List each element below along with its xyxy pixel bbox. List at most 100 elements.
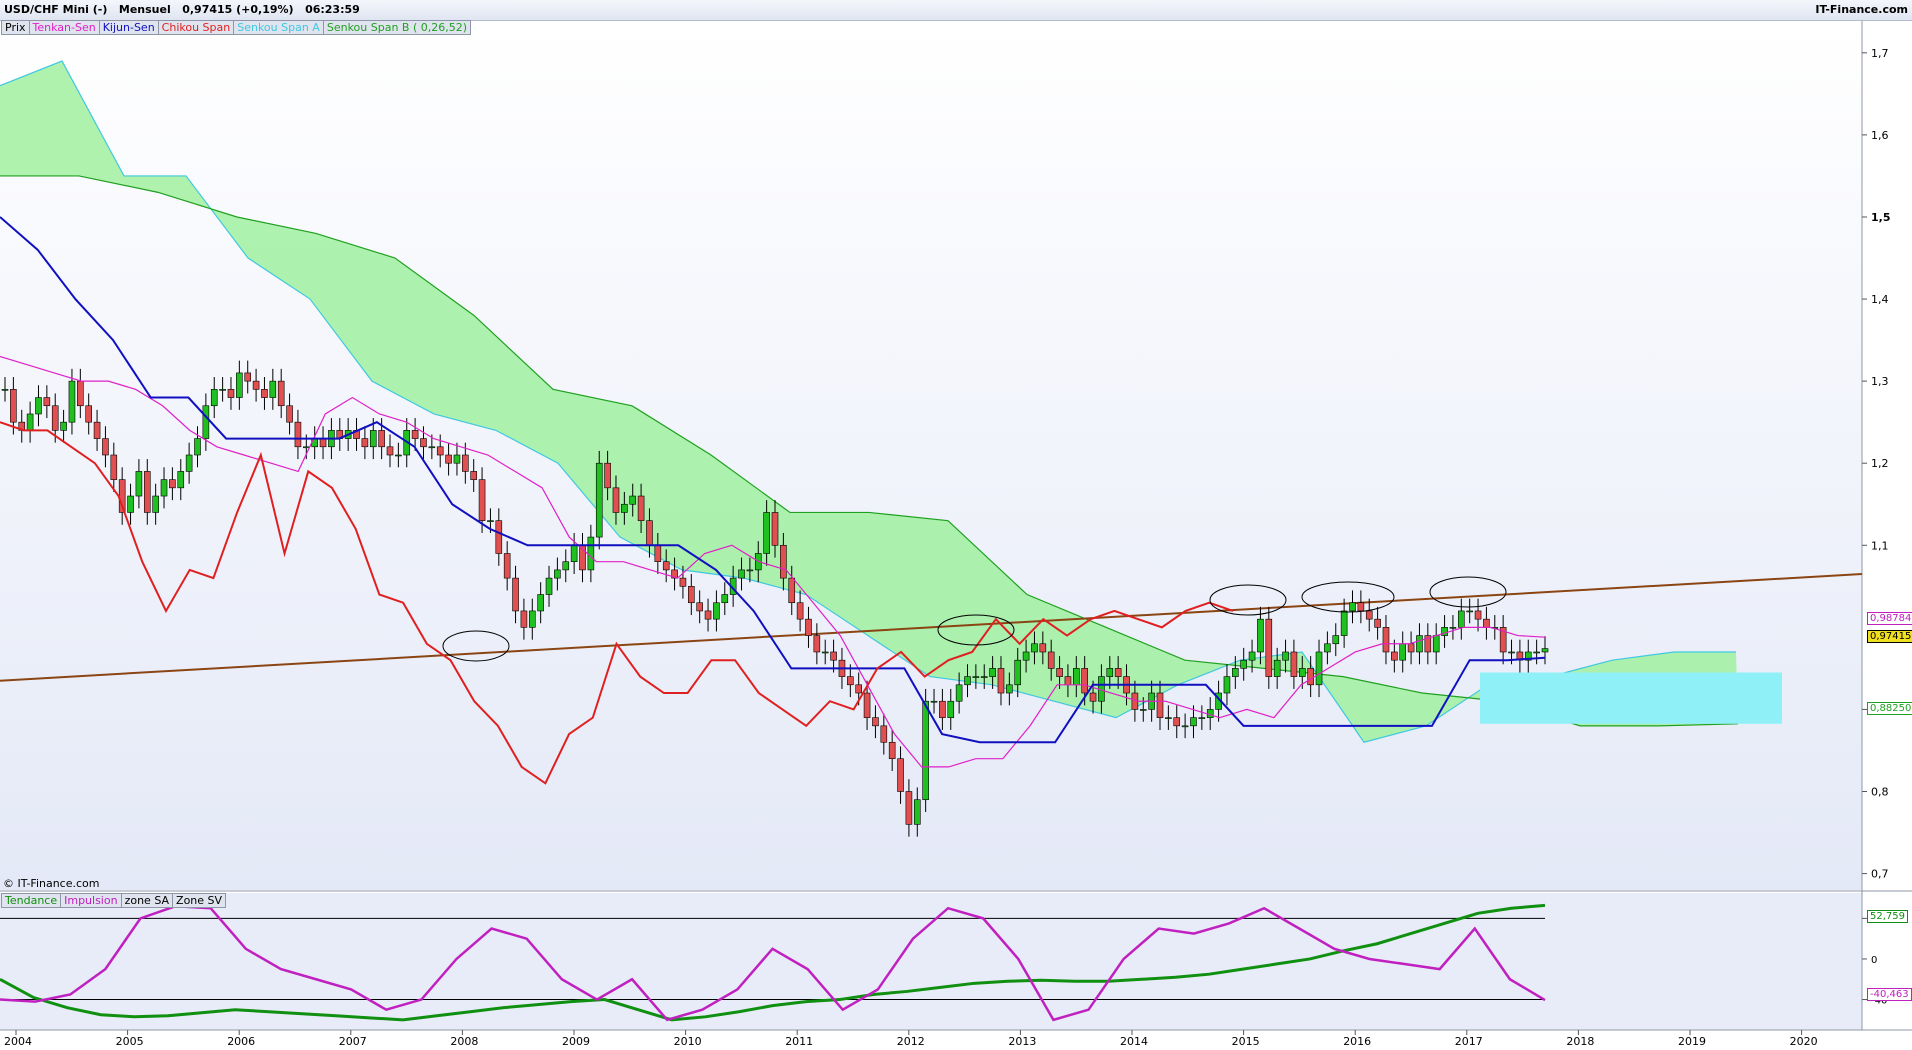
- candle-body: [905, 791, 913, 825]
- x-tick-label: 2020: [1790, 1035, 1818, 1048]
- x-tick-label: 2007: [339, 1035, 367, 1048]
- osc-legend-item-2[interactable]: zone SA: [122, 894, 174, 907]
- candle-body: [1165, 717, 1172, 719]
- candle-body: [621, 503, 628, 513]
- price-tag: 0,98784: [1867, 612, 1912, 625]
- x-tick-label: 2011: [785, 1035, 813, 1048]
- x-tick-label: 2005: [116, 1035, 144, 1048]
- candle-body: [1391, 651, 1398, 661]
- candle-body: [545, 577, 553, 595]
- brand-name: IT-Finance.com: [1815, 3, 1908, 16]
- candle-body: [261, 389, 268, 398]
- candle-body: [1324, 643, 1331, 653]
- candle-body: [60, 421, 67, 431]
- candle-body: [252, 380, 260, 390]
- candle-body: [570, 544, 578, 562]
- y-tick-label: 1,5: [1871, 211, 1891, 224]
- chart-title: USD/CHF Mini (-) Mensuel 0,97415 (+0,19%…: [4, 3, 360, 16]
- x-tick-label: 2015: [1232, 1035, 1260, 1048]
- price-legend-item-0[interactable]: Prix: [2, 21, 30, 34]
- candle-body: [704, 610, 712, 620]
- candle-body: [897, 758, 904, 792]
- candle-body: [286, 405, 293, 423]
- candle-body: [1407, 643, 1415, 653]
- price-legend-item-5[interactable]: Senkou Span B ( 0,26,52): [324, 21, 470, 34]
- candle-body: [453, 454, 461, 464]
- candle-body: [152, 495, 159, 513]
- candle-body: [102, 438, 109, 456]
- candle-body: [780, 544, 787, 579]
- candle-body: [478, 479, 486, 521]
- candle-body: [763, 512, 770, 554]
- candle-body: [872, 717, 879, 727]
- candle-body: [68, 380, 76, 423]
- candle-body: [821, 651, 829, 654]
- price-legend[interactable]: Prix Tenkan-Sen Kijun-Sen Chikou Span Senkou…: [1, 20, 472, 35]
- candle-body: [629, 495, 637, 505]
- x-tick-label: 2019: [1678, 1035, 1706, 1048]
- candle-body: [495, 520, 503, 554]
- price-tag: 0,88250: [1867, 702, 1912, 715]
- osc-legend-item-3[interactable]: Zone SV: [173, 894, 225, 907]
- candle-body: [1039, 643, 1047, 653]
- candle-body: [1533, 651, 1540, 654]
- price-legend-item-3[interactable]: Chikou Span: [159, 21, 235, 34]
- candle-body: [361, 438, 369, 448]
- candle-body: [721, 594, 729, 604]
- candle-body: [1340, 610, 1348, 636]
- price-legend-item-2[interactable]: Kijun-Sen: [100, 21, 159, 34]
- candle-body: [1357, 602, 1365, 612]
- candle-body: [386, 446, 394, 456]
- candle-body: [679, 577, 687, 587]
- candle-body: [512, 577, 519, 612]
- candle-body: [646, 520, 653, 546]
- candle-body: [303, 446, 310, 449]
- candle-body: [788, 577, 796, 604]
- candle-body: [972, 676, 980, 678]
- candle-body: [1282, 651, 1289, 661]
- candle-body: [210, 389, 218, 407]
- candle-body: [746, 569, 754, 572]
- candle-body: [1073, 668, 1080, 686]
- candle-body: [487, 520, 494, 522]
- candle-body: [1139, 709, 1147, 711]
- candle-body: [939, 700, 946, 718]
- candle-body: [1315, 651, 1323, 686]
- candle-body: [713, 602, 720, 620]
- candle-body: [1265, 618, 1273, 677]
- candle-body: [847, 676, 854, 686]
- y-tick-label: 1,6: [1871, 129, 1889, 142]
- y-tick-label: 0,7: [1871, 868, 1889, 881]
- x-tick-label: 2006: [227, 1035, 255, 1048]
- candle-body: [696, 602, 703, 612]
- candle-body: [1508, 651, 1515, 654]
- oscillator-legend[interactable]: Tendance Impulsion zone SA Zone SV: [1, 893, 227, 908]
- candle-body: [1432, 635, 1440, 653]
- candle-body: [855, 684, 862, 694]
- candle-body: [830, 651, 837, 661]
- osc-legend-item-0[interactable]: Tendance: [2, 894, 62, 907]
- candle-body: [964, 676, 971, 686]
- candle-body: [1232, 668, 1239, 677]
- candle-body: [244, 372, 252, 382]
- candle-body: [1374, 618, 1381, 628]
- candle-body: [520, 610, 528, 628]
- candle-body: [1, 389, 9, 391]
- candle-body: [989, 668, 996, 677]
- candle-body: [177, 471, 185, 489]
- candle-body: [1332, 635, 1340, 645]
- candle-body: [688, 586, 695, 604]
- price-legend-item-4[interactable]: Senkou Span A: [234, 21, 324, 34]
- candle-body: [662, 561, 670, 571]
- osc-tick-label: 0: [1871, 955, 1877, 966]
- price-legend-item-1[interactable]: Tenkan-Sen: [30, 21, 100, 34]
- candle-body: [528, 610, 536, 628]
- candle-body: [1298, 668, 1306, 677]
- candle-body: [77, 380, 84, 407]
- candle-body: [185, 454, 193, 472]
- candle-body: [1541, 648, 1549, 653]
- x-tick-label: 2016: [1343, 1035, 1371, 1048]
- candle-body: [1031, 643, 1038, 653]
- osc-legend-item-1[interactable]: Impulsion: [61, 894, 122, 907]
- candle-body: [35, 397, 42, 415]
